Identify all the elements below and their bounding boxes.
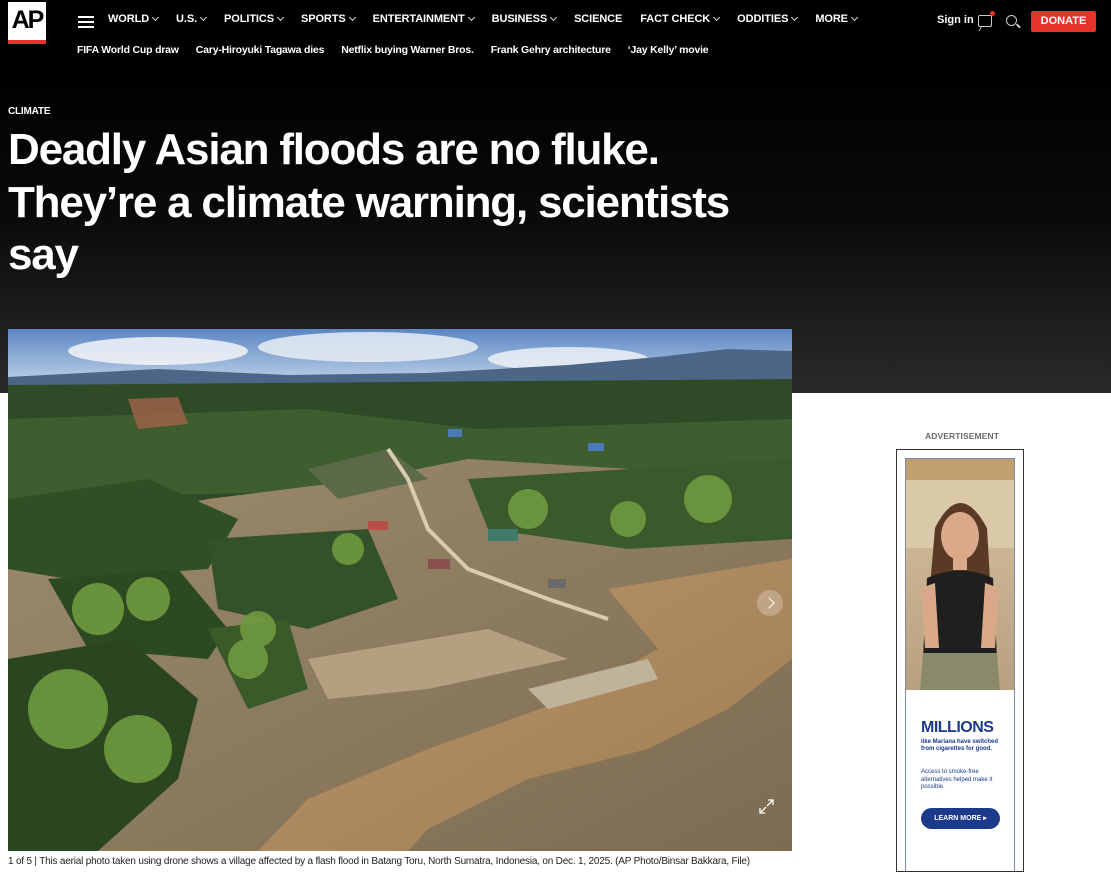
trending-link[interactable]: FIFA World Cup draw: [77, 44, 179, 56]
lead-photo[interactable]: [8, 329, 792, 851]
main-nav: WORLD U.S. POLITICS SPORTS ENTERTAINMENT…: [108, 13, 858, 25]
chevron-down-icon: [713, 13, 721, 22]
photo-caption: 1 of 5 | This aerial photo taken using d…: [8, 856, 750, 867]
nav-item-fact-check[interactable]: FACT CHECK: [640, 13, 721, 25]
ad-body: Access to smoke-free alternatives helped…: [921, 769, 993, 790]
ad-subtitle: like Mariana have switched from cigarett…: [921, 739, 999, 752]
trending-link[interactable]: Frank Gehry architecture: [491, 44, 611, 56]
trending-bar: FIFA World Cup draw Cary-Hiroyuki Tagawa…: [77, 44, 709, 56]
chevron-down-icon: [550, 13, 558, 22]
nav-item-more[interactable]: MORE: [815, 13, 858, 25]
next-slide-button[interactable]: [757, 590, 783, 616]
donate-button[interactable]: DONATE: [1031, 11, 1096, 32]
caption-text: This aerial photo taken using drone show…: [39, 856, 750, 867]
nav-item-science[interactable]: SCIENCE: [574, 13, 622, 25]
flood-aerial-image: [8, 329, 792, 851]
nav-item-oddities[interactable]: ODDITIES: [737, 13, 799, 25]
trending-link[interactable]: ‘Jay Kelly’ movie: [628, 44, 709, 56]
expand-icon[interactable]: [758, 798, 775, 815]
sign-in-link[interactable]: Sign in: [937, 14, 974, 26]
article-headline: Deadly Asian floods are no fluke. They’r…: [8, 125, 730, 279]
nav-item-sports[interactable]: SPORTS: [301, 13, 356, 25]
chevron-down-icon: [850, 13, 858, 22]
nav-item-business[interactable]: BUSINESS: [492, 13, 558, 25]
ap-logo[interactable]: AP: [8, 2, 46, 44]
ad-photo: [905, 458, 1015, 690]
ad-title: MILLIONS: [921, 719, 994, 736]
ad-learn-more-button[interactable]: LEARN MORE ▸: [921, 808, 1000, 829]
nav-item-entertainment[interactable]: ENTERTAINMENT: [373, 13, 475, 25]
trending-link[interactable]: Cary-Hiroyuki Tagawa dies: [196, 44, 325, 56]
site-header: [0, 0, 1111, 72]
search-icon[interactable]: [1006, 15, 1017, 26]
chevron-down-icon: [152, 13, 160, 22]
nav-item-world[interactable]: WORLD: [108, 13, 160, 25]
chevron-down-icon: [791, 13, 799, 22]
chevron-down-icon: [276, 13, 285, 22]
chevron-down-icon: [467, 13, 475, 22]
chevron-down-icon: [200, 13, 208, 22]
menu-icon[interactable]: [78, 16, 94, 28]
notification-icon[interactable]: [978, 11, 995, 27]
chevron-down-icon: [348, 13, 356, 22]
advertisement-banner[interactable]: MILLIONS like Mariana have switched from…: [896, 449, 1024, 872]
advertisement-label: ADVERTISEMENT: [925, 431, 1000, 441]
trending-link[interactable]: Netflix buying Warner Bros.: [341, 44, 474, 56]
nav-item-politics[interactable]: POLITICS: [224, 13, 285, 25]
nav-item-us[interactable]: U.S.: [176, 13, 208, 25]
article-section-label[interactable]: CLIMATE: [8, 106, 50, 117]
slide-counter: 1 of 5 |: [8, 856, 37, 867]
